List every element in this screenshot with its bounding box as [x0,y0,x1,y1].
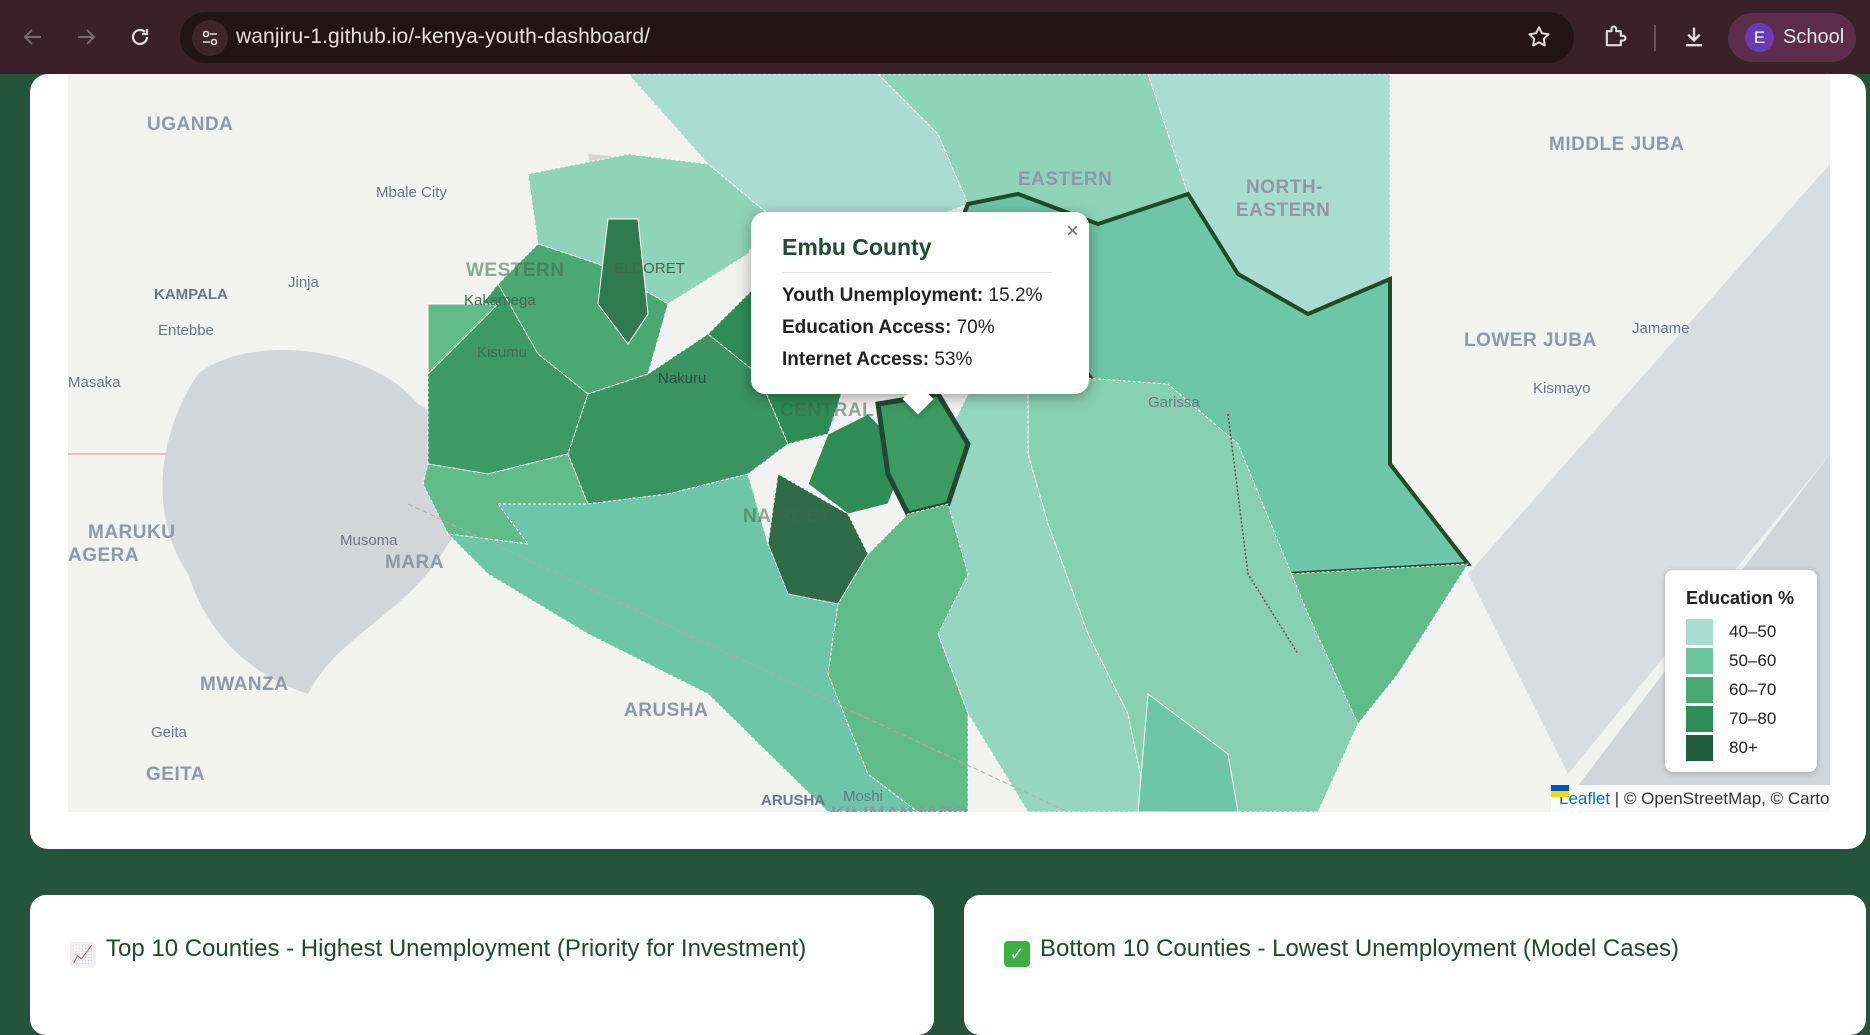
label-arusha: ARUSHA [624,700,709,721]
label-uganda: UGANDA [147,114,234,135]
bottom10-card: ✓ Bottom 10 Counties - Lowest Unemploymen… [964,895,1866,1035]
label-masaka: Masaka [68,374,121,391]
county-popup: × Embu County Youth Unemployment: 15.2% … [751,212,1089,415]
label-geita-town: Geita [151,724,187,741]
ukraine-flag-icon [1551,785,1569,797]
download-icon[interactable] [1677,20,1711,54]
label-north-eastern-2: EASTERN [1236,200,1331,221]
bookmark-star-icon[interactable] [1526,24,1552,55]
popup-divider [782,272,1052,273]
map-legend: Education % 40–50 50–60 60–70 70–80 80+ [1665,570,1817,772]
education-access-value: 70% [956,317,995,338]
label-mbale: Mbale City [376,184,447,201]
label-kisumu: Kisumu [477,344,528,361]
label-north-eastern-1: NORTH- [1246,177,1323,198]
internet-access-value: 53% [934,349,973,370]
legend-label: 60–70 [1729,680,1777,699]
legend-label: 50–60 [1729,651,1777,670]
lake-victoria [162,350,472,694]
label-arusha-town: ARUSHA [761,792,826,809]
address-bar[interactable]: wanjiru-1.github.io/-kenya-youth-dashboa… [180,12,1574,63]
top10-title-text: Top 10 Counties - Highest Unemployment (… [106,935,807,962]
legend-label: 70–80 [1729,709,1777,728]
profile-button[interactable]: E School [1728,13,1856,62]
legend-label: 80+ [1729,738,1758,757]
bottom10-title-text: Bottom 10 Counties - Lowest Unemployment… [1040,935,1679,962]
back-icon[interactable] [16,20,50,54]
youth-unemployment-label: Youth Unemployment: [782,285,984,306]
label-western: WESTERN [466,260,565,281]
label-lower-juba: LOWER JUBA [1464,330,1597,351]
top10-card: 📈 Top 10 Counties - Highest Unemployment … [30,895,934,1035]
label-jinja: Jinja [288,274,319,291]
legend-swatch [1686,735,1713,761]
label-nakuru: Nakuru [658,370,707,387]
url-text[interactable]: wanjiru-1.github.io/-kenya-youth-dashboa… [236,25,650,49]
popup-internet-access: Internet Access: 53% [782,349,972,371]
check-mark-icon: ✓ [1004,941,1030,967]
legend-swatch [1686,706,1713,732]
avatar: E [1745,23,1774,52]
label-nairobi: NAIROBI [743,506,827,527]
legend-label: 40–50 [1729,622,1777,641]
bottom10-title: ✓ Bottom 10 Counties - Lowest Unemploymen… [1004,935,1679,967]
attribution-text: | © OpenStreetMap, © CartoDB [1614,789,1830,808]
label-mara: MARA [385,552,444,573]
label-agera: AGERA [68,545,140,566]
toolbar-divider [1654,25,1656,51]
legend-title: Education % [1686,588,1795,608]
label-garissa: Garissa [1148,394,1200,411]
extensions-icon[interactable] [1598,20,1632,54]
label-eldoret: ELDORET [614,260,685,277]
chart-increasing-icon: 📈 [70,942,96,968]
browser-toolbar: wanjiru-1.github.io/-kenya-youth-dashboa… [0,0,1870,74]
label-maruku: MARUKU [88,522,176,543]
popup-education-access: Education Access: 70% [782,317,995,339]
top10-title: 📈 Top 10 Counties - Highest Unemployment … [70,935,806,968]
forward-icon[interactable] [69,20,103,54]
label-geita: GEITA [146,764,206,785]
label-jamame: Jamame [1632,320,1690,337]
map-layer [68,74,1830,812]
reload-icon[interactable] [123,20,157,54]
popup-close-button[interactable]: × [1066,218,1079,244]
label-kampala: KAMPALA [154,286,228,303]
site-info-icon[interactable] [192,20,228,56]
internet-access-label: Internet Access: [782,349,930,370]
label-kilimanjaro: KILIMANJARO [831,804,968,812]
label-entebbe: Entebbe [158,322,214,339]
legend-swatch [1686,619,1713,645]
legend-swatch [1686,648,1713,674]
label-kismayo: Kismayo [1533,380,1591,397]
label-mwanza: MWANZA [200,674,289,695]
profile-name: School [1783,26,1845,48]
label-moshi: Moshi [843,788,884,805]
map-attribution: Leaflet | © OpenStreetMap, © CartoDB [1551,785,1830,812]
label-middle-juba: MIDDLE JUBA [1549,134,1685,155]
label-musoma: Musoma [340,532,398,549]
label-kakamega: Kakamega [464,292,536,309]
popup-title: Embu County [782,234,932,260]
youth-unemployment-value: 15.2% [988,285,1043,306]
popup-youth-unemployment: Youth Unemployment: 15.2% [782,285,1042,307]
choropleth-map[interactable]: UGANDA MIDDLE JUBA EASTERN NORTH- EASTER… [68,74,1830,812]
education-access-label: Education Access: [782,317,952,338]
label-eastern: EASTERN [1018,169,1113,190]
legend-swatch [1686,677,1713,703]
label-central: CENTRAL [780,400,875,421]
